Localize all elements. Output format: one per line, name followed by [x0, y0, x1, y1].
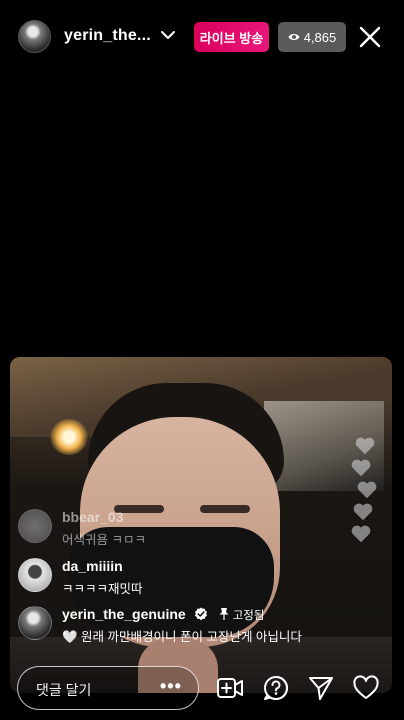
- video-eye-right: [200, 505, 250, 513]
- commenter-avatar[interactable]: [18, 558, 52, 592]
- close-icon[interactable]: [358, 25, 382, 49]
- verified-badge-icon: [194, 607, 207, 621]
- pin-icon: [219, 608, 229, 620]
- like-heart-icon[interactable]: [352, 674, 380, 702]
- more-options-button[interactable]: •••: [160, 676, 182, 697]
- floating-heart-icon: [351, 459, 371, 477]
- pinned-indicator: 고정됨: [219, 608, 265, 622]
- comment-input-placeholder: 댓글 달기: [36, 682, 92, 698]
- commenter-avatar[interactable]: [18, 606, 52, 640]
- video-lamp: [50, 419, 88, 455]
- comment-input[interactable]: 댓글 달기 •••: [17, 666, 199, 710]
- commenter-avatar[interactable]: [18, 509, 52, 543]
- floating-heart-icon: [355, 437, 375, 455]
- live-badge: 라이브 방송: [194, 22, 269, 52]
- comment-username[interactable]: yerin_the_genuine: [62, 606, 186, 622]
- comment-text: 어색귀욤 ㅋㅁㅋ: [62, 533, 146, 547]
- pinned-label: 고정됨: [232, 610, 265, 622]
- floating-heart-icon: [357, 481, 377, 499]
- host-avatar[interactable]: [18, 20, 51, 53]
- floating-heart-icon: [351, 525, 371, 543]
- comment-text: ㅋㅋㅋㅋ재밋따: [62, 582, 143, 596]
- host-username[interactable]: yerin_the...: [64, 27, 151, 45]
- viewer-count: 4,865: [303, 29, 337, 45]
- top-bar: yerin_the... 라이브 방송 4,865: [0, 0, 404, 72]
- floating-heart-icon: [353, 503, 373, 521]
- comment-text: 🤍 원래 까만배경이니 폰이 고장난게 아닙니다: [62, 630, 302, 644]
- question-icon[interactable]: [262, 674, 290, 702]
- floating-hearts: [350, 435, 380, 545]
- add-video-guest-icon[interactable]: [216, 674, 244, 702]
- comment-username[interactable]: da_miiiin: [62, 558, 123, 574]
- chevron-down-icon[interactable]: [160, 27, 176, 43]
- viewer-count-badge[interactable]: 4,865: [278, 22, 346, 52]
- comment-username-row: yerin_the_genuine 고정됨: [62, 606, 264, 623]
- comment-username[interactable]: bbear_03: [62, 509, 123, 525]
- eye-icon: [288, 34, 300, 40]
- share-send-icon[interactable]: [307, 674, 335, 702]
